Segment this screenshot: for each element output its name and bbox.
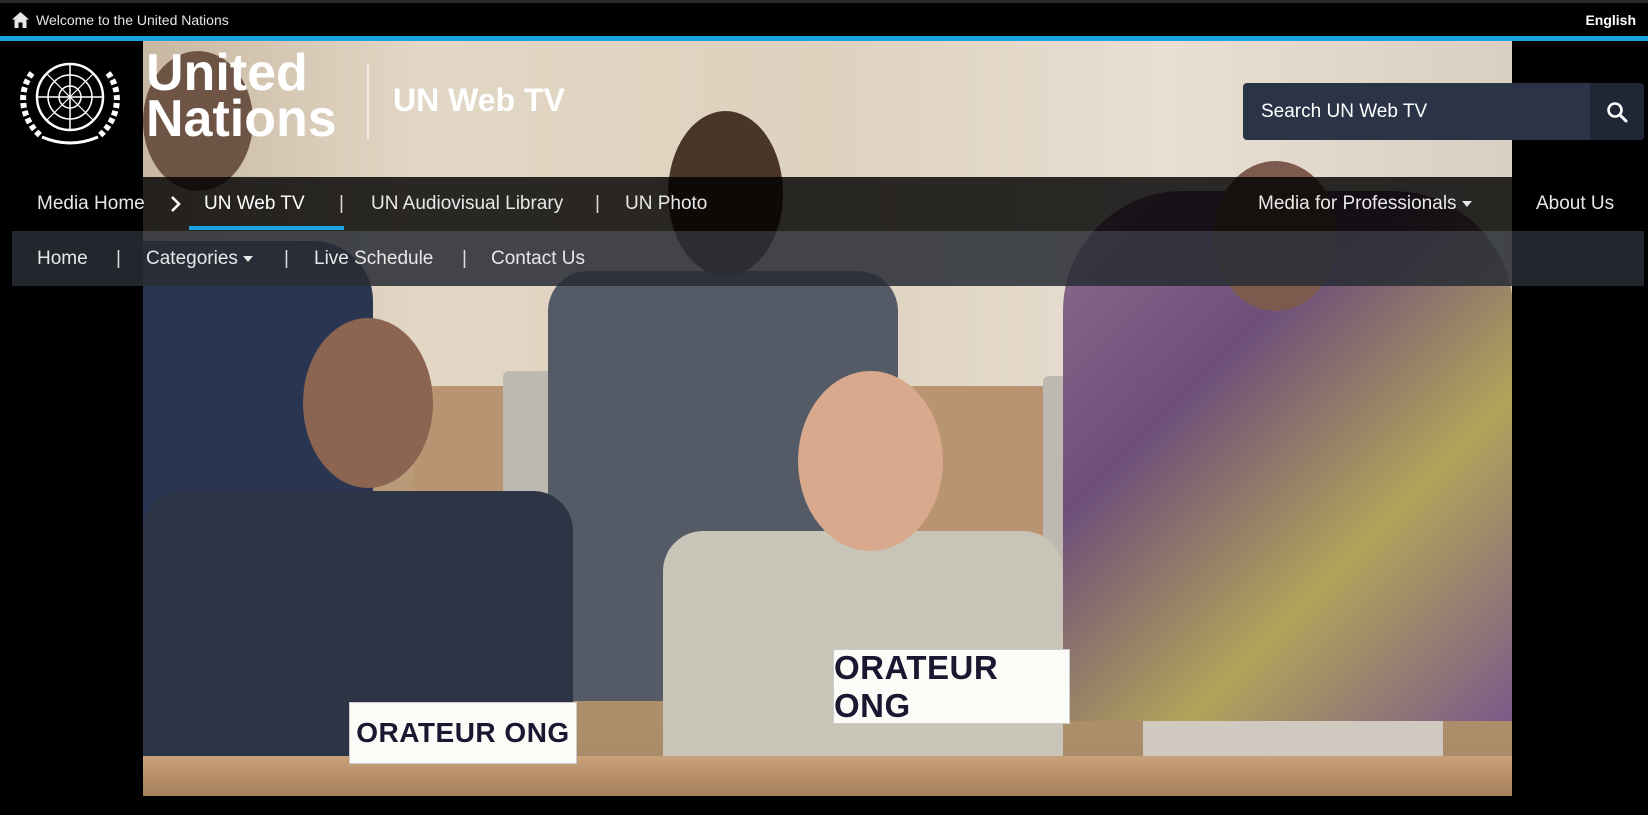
name-plate-left: ORATEUR ONG — [349, 702, 577, 764]
nav-active-underline — [189, 226, 344, 230]
subnav-home[interactable]: Home — [37, 248, 88, 270]
subnav-separator: | — [462, 248, 467, 269]
un-brand-wordmark[interactable]: United Nations — [146, 47, 337, 148]
chevron-right-icon — [171, 196, 181, 212]
subnav-categories-label: Categories — [146, 248, 238, 269]
un-emblem-icon[interactable] — [12, 53, 128, 149]
nav-separator: | — [595, 193, 600, 214]
video-player[interactable]: ORATEUR ONG ORATEUR ONG — [143, 41, 1512, 796]
brand-divider — [367, 64, 369, 139]
caret-down-icon — [242, 255, 253, 262]
subnav-categories[interactable]: Categories — [146, 248, 253, 270]
nav-separator: | — [339, 193, 344, 214]
search-input[interactable] — [1243, 83, 1588, 140]
subnav-live-schedule[interactable]: Live Schedule — [314, 248, 433, 270]
search-icon — [1607, 101, 1628, 122]
brand-line2: Nations — [146, 90, 337, 148]
subnav-separator: | — [116, 248, 121, 269]
nav-un-photo[interactable]: UN Photo — [625, 193, 707, 215]
top-utility-bar: Welcome to the United Nations English — [0, 0, 1648, 36]
language-selector[interactable]: English — [1585, 12, 1636, 28]
nav-media-professionals-label: Media for Professionals — [1258, 193, 1457, 214]
welcome-link[interactable]: Welcome to the United Nations — [36, 12, 229, 28]
nav-media-professionals[interactable]: Media for Professionals — [1258, 193, 1472, 215]
caret-down-icon — [1461, 200, 1472, 207]
nav-un-web-tv[interactable]: UN Web TV — [204, 193, 305, 215]
nav-media-home[interactable]: Media Home — [37, 193, 145, 215]
video-person-head — [798, 371, 943, 551]
search-box — [1243, 83, 1644, 140]
home-icon[interactable] — [12, 12, 29, 28]
search-button[interactable] — [1590, 83, 1644, 140]
subnav-separator: | — [284, 248, 289, 269]
sub-nav: Home | Categories | Live Schedule | Cont… — [12, 231, 1644, 286]
main-nav: Media Home UN Web TV | UN Audiovisual Li… — [12, 177, 1644, 231]
video-person-head — [303, 318, 433, 488]
subnav-contact-us[interactable]: Contact Us — [491, 248, 585, 270]
nav-about-us[interactable]: About Us — [1536, 193, 1614, 215]
site-name[interactable]: UN Web TV — [393, 82, 565, 119]
name-plate-right: ORATEUR ONG — [833, 649, 1070, 724]
nav-av-library[interactable]: UN Audiovisual Library — [371, 193, 563, 215]
